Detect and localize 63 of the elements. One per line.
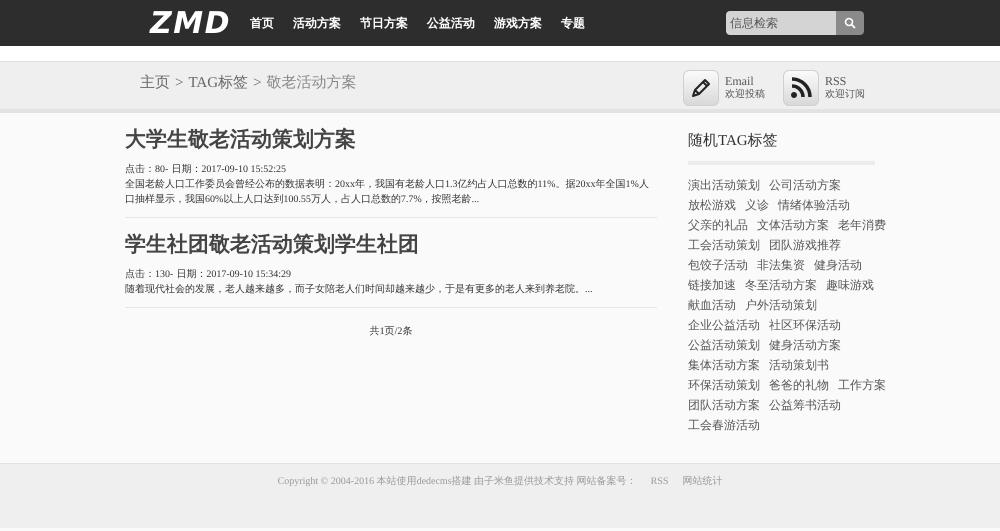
tag-link[interactable]: 义诊 (745, 194, 769, 214)
link-title: Email (725, 74, 755, 88)
breadcrumb-separator: > (253, 74, 262, 93)
tag-link[interactable]: 活动策划书 (769, 354, 829, 374)
tag-link[interactable]: 集体活动方案 (688, 354, 760, 374)
logo[interactable]: ZMD (150, 0, 250, 46)
email-button[interactable] (683, 70, 719, 106)
tag-link[interactable]: 包饺子活动 (688, 254, 748, 274)
search-button[interactable] (836, 11, 864, 35)
search-icon (844, 17, 856, 29)
pagination-text: 共1页/2条 (368, 324, 414, 339)
tag-link[interactable]: 放松游戏 (688, 194, 736, 214)
tag-link[interactable]: 环保活动策划 (688, 374, 760, 394)
tag-link[interactable]: 健身活动 (814, 254, 862, 274)
article-summary: 随着现代社会的发展，老人越来越多，而子女陪老人们时间却越来越少，于是有更多的老人来到养老院。... (125, 282, 594, 297)
nav-link[interactable]: 游戏方案 (494, 14, 542, 32)
tag-link[interactable]: 健身活动方案 (769, 334, 841, 354)
pencil-icon (689, 76, 713, 100)
tag-link[interactable]: 社区环保活动 (769, 314, 841, 334)
nav-link[interactable]: 首页 (250, 14, 274, 32)
search-field[interactable]: 信息检索 (726, 11, 836, 35)
tag-link[interactable]: 公益筹书活动 (769, 394, 841, 414)
tag-link[interactable]: 工作方案 (838, 374, 886, 394)
breadcrumb-link[interactable]: TAG标签 (188, 72, 248, 94)
tag-link[interactable]: 企业公益活动 (688, 314, 760, 334)
article-title[interactable]: 学生社团敬老活动策划学生社团 (125, 228, 657, 260)
copyright-text: Copyright © 2004-2016 本站使用dedecms搭建 由子米鱼提供技术支持 网站备案号： (278, 474, 637, 489)
tag-link[interactable]: 团队游戏推荐 (769, 234, 841, 254)
tag-link[interactable]: 文体活动方案 (757, 214, 829, 234)
breadcrumb-separator: > (175, 74, 184, 93)
tag-link[interactable]: 爸爸的礼物 (769, 374, 829, 394)
tag-link[interactable]: 工会春游活动 (688, 414, 760, 434)
tag-link[interactable]: 演出活动策划 (688, 174, 760, 194)
tag-link[interactable]: 户外活动策划 (745, 294, 817, 314)
breadcrumb-link[interactable]: 主页 (140, 72, 170, 94)
link-subtitle: 欢迎投稿 (725, 89, 765, 102)
rss-icon (790, 77, 812, 99)
tag-link[interactable]: 链接加速 (688, 274, 736, 294)
sidebar-title: 随机TAG标签 (688, 130, 875, 164)
rss-button[interactable] (783, 70, 819, 106)
meta-text: 日期：2017-09-10 15:34:29 (176, 268, 292, 282)
tag-link[interactable]: 公益活动策划 (688, 334, 760, 354)
meta-text: 点击：80- (125, 163, 168, 177)
tag-link[interactable]: 情绪体验活动 (778, 194, 850, 214)
nav-link[interactable]: 活动方案 (293, 14, 341, 32)
meta-text: 日期：2017-09-10 15:52:25 (171, 163, 286, 177)
tag-link[interactable]: 公司活动方案 (769, 174, 841, 194)
article-summary: 全国老龄人口工作委员会曾经公布的数据表明：20xx年，我国有老龄人口1.3亿约占人口总数的11%。据20xx年全国1%人口抽样显示，我国60%以上人口达到100.55万人，占人口总数的7.7%，按照老龄... (125, 178, 650, 207)
article-title[interactable]: 大学生敬老活动策划方案 (125, 123, 657, 155)
nav-link[interactable]: 专题 (561, 14, 585, 32)
nav-link[interactable]: 节日方案 (360, 14, 408, 32)
nav-link[interactable]: 公益活动 (427, 14, 475, 32)
link-title: RSS (825, 74, 848, 88)
tag-link[interactable]: 团队活动方案 (688, 394, 760, 414)
tag-link[interactable]: 老年消费 (838, 214, 886, 234)
tag-link[interactable]: 献血活动 (688, 294, 736, 314)
link-subtitle: 欢迎订阅 (825, 89, 865, 102)
tag-link[interactable]: 工会活动策划 (688, 234, 760, 254)
tag-link[interactable]: 冬至活动方案 (745, 274, 817, 294)
meta-text: 点击：130- (125, 268, 174, 282)
tag-link[interactable]: 父亲的礼品 (688, 214, 748, 234)
tag-link[interactable]: 趣味游戏 (826, 274, 874, 294)
tag-link[interactable]: 非法集资 (757, 254, 805, 274)
